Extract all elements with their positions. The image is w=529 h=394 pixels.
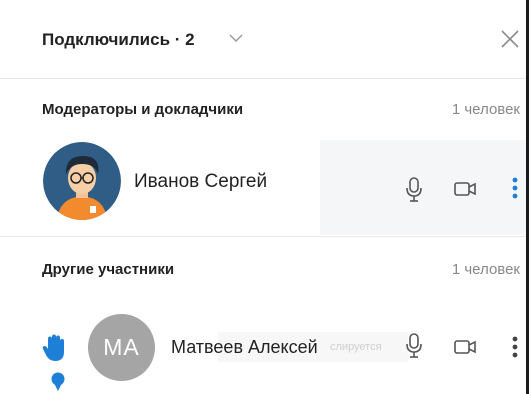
participants-panel: Подключились · 2 Модераторы и докладчики… <box>0 0 529 394</box>
more-icon[interactable] <box>512 176 518 200</box>
section-title-others: Другие участники <box>42 261 175 278</box>
user-avatar-illustration <box>43 142 121 220</box>
participant-row-hover <box>320 140 526 235</box>
microphone-icon[interactable] <box>405 177 423 203</box>
close-icon[interactable] <box>499 28 521 50</box>
camera-icon[interactable] <box>454 339 476 355</box>
microphone-icon[interactable] <box>405 333 423 359</box>
section-title-moderators: Модераторы и докладчики <box>42 101 244 118</box>
camera-icon[interactable] <box>454 181 476 197</box>
header-divider <box>0 78 526 79</box>
section-count-moderators: 1 человек <box>451 101 520 118</box>
participant-name: Иванов Сергей <box>134 171 268 192</box>
raised-hand-icon <box>42 334 64 361</box>
panel-header: Подключились · 2 <box>0 0 526 78</box>
section-count-others: 1 человек <box>451 261 520 278</box>
avatar <box>43 142 121 220</box>
section-divider <box>0 236 526 237</box>
hint-text: слируется <box>330 341 382 353</box>
participants-header-title[interactable]: Подключились · 2 <box>42 30 195 50</box>
avatar: МА <box>88 314 155 381</box>
more-icon[interactable] <box>512 335 518 359</box>
location-pin-icon <box>51 372 65 391</box>
chevron-down-icon[interactable] <box>229 33 243 43</box>
participant-name: Матвеев Алексей <box>171 337 318 357</box>
